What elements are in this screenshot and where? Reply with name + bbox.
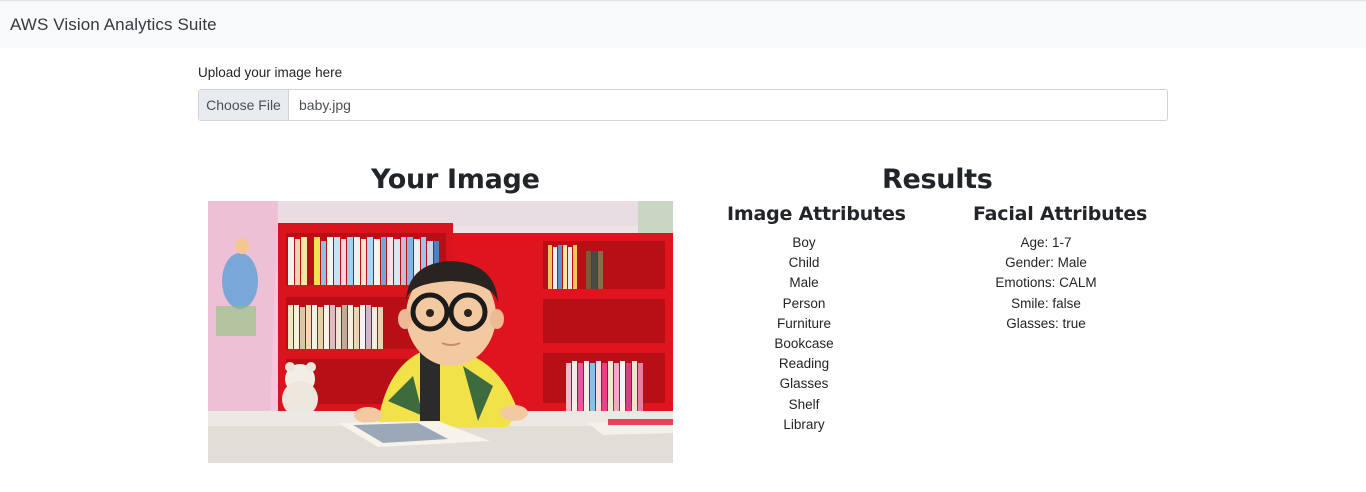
results-heading: Results xyxy=(882,164,993,195)
choose-file-button[interactable]: Choose File xyxy=(199,90,289,120)
list-item: Emotions: CALM xyxy=(995,275,1097,291)
image-attributes-heading: Image Attributes xyxy=(727,203,906,225)
your-image-heading: Your Image xyxy=(371,164,540,195)
facial-attributes-list: Age: 1-7 Gender: Male Emotions: CALM Smi… xyxy=(976,233,1116,334)
facial-attributes-heading: Facial Attributes xyxy=(973,203,1148,225)
list-item: Glasses xyxy=(779,376,829,392)
list-item: Bookcase xyxy=(774,335,834,351)
list-item: Gender: Male xyxy=(1005,255,1087,271)
list-item: Person xyxy=(782,295,826,311)
list-item: Glasses: true xyxy=(1006,315,1086,331)
list-item: Child xyxy=(788,255,820,271)
list-item: Smile: false xyxy=(1011,295,1081,311)
list-item: Library xyxy=(783,416,825,432)
list-item: Boy xyxy=(792,235,816,250)
navbar: AWS Vision Analytics Suite xyxy=(0,0,1366,48)
list-item: Reading xyxy=(778,356,830,372)
file-name-display[interactable]: baby.jpg xyxy=(289,90,351,120)
uploaded-image xyxy=(208,201,673,463)
file-input[interactable]: Choose File baby.jpg xyxy=(198,89,1168,121)
navbar-brand[interactable]: AWS Vision Analytics Suite xyxy=(10,15,217,35)
list-item: Age: 1-7 xyxy=(1020,235,1072,250)
list-item: Male xyxy=(789,275,819,291)
list-item: Shelf xyxy=(788,396,820,412)
list-item: Furniture xyxy=(776,315,832,331)
uploaded-image-illustration xyxy=(208,201,673,463)
image-attributes-list: Boy Child Male Person Furniture Bookcase… xyxy=(744,233,864,435)
upload-label: Upload your image here xyxy=(198,65,343,80)
